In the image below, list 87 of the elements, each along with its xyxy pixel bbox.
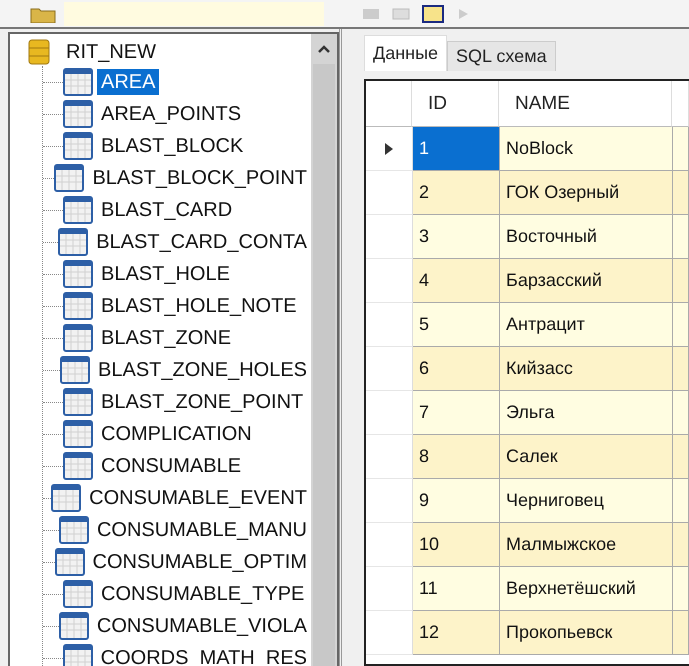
tree-item[interactable]: CONSUMABLE_MANU <box>92 517 311 543</box>
table-icon <box>63 452 93 480</box>
tree-item[interactable]: BLAST_ZONE_POINT <box>97 389 308 415</box>
table-cell[interactable]: 5 <box>413 303 500 347</box>
query-icon[interactable] <box>422 4 444 22</box>
tree-item[interactable]: BLAST_BLOCK <box>97 133 248 159</box>
table-cell[interactable] <box>673 479 689 523</box>
table-icon <box>58 516 89 544</box>
database-label[interactable]: RIT_NEW <box>62 39 160 65</box>
table-icon <box>58 612 89 640</box>
table-icon <box>63 324 93 352</box>
table-cell[interactable]: 9 <box>413 479 500 523</box>
tree-item[interactable]: BLAST_BLOCK_POINT <box>88 165 311 191</box>
table-icon <box>60 356 90 384</box>
table-cell[interactable]: Эльга <box>500 391 673 435</box>
table-cell[interactable]: Черниговец <box>500 479 673 523</box>
table-cell[interactable]: 12 <box>413 611 500 655</box>
tree-item[interactable]: BLAST_ZONE_HOLES <box>94 357 311 383</box>
tab[interactable]: Данные <box>364 35 448 71</box>
table-icon <box>63 100 93 128</box>
tree-item[interactable]: AREA <box>97 69 160 95</box>
table-cell[interactable]: Барзасский <box>500 259 673 303</box>
table-icon <box>63 68 93 96</box>
table-icon <box>62 644 93 666</box>
table-cell[interactable]: Прокопьевск <box>500 611 673 655</box>
table-icon <box>54 548 85 576</box>
table-cell[interactable]: 6 <box>413 347 500 391</box>
table-cell[interactable] <box>673 435 689 479</box>
table-icon <box>63 196 93 224</box>
tree-item[interactable]: AREA_POINTS <box>97 101 246 127</box>
table-cell[interactable]: 10 <box>413 523 500 567</box>
toolbar-button-icon[interactable] <box>362 6 380 20</box>
table-cell[interactable]: 11 <box>413 567 500 611</box>
table-icon <box>58 228 88 256</box>
table-cell[interactable]: Верхнетёшский <box>500 567 673 611</box>
table-icon <box>63 132 93 160</box>
table-cell[interactable]: ГОК Озерный <box>500 171 673 215</box>
tree-item[interactable]: BLAST_CARD <box>97 197 236 223</box>
table-cell[interactable] <box>673 215 689 259</box>
table-icon <box>63 292 93 320</box>
tree-item[interactable]: CONSUMABLE_VIOLA <box>92 613 311 639</box>
table-cell[interactable]: 8 <box>413 435 500 479</box>
play-icon[interactable] <box>456 6 470 20</box>
table-cell[interactable]: 3 <box>413 215 500 259</box>
tree-item[interactable]: CONSUMABLE_TYPE <box>97 581 308 607</box>
current-row-icon <box>384 142 394 156</box>
table-cell[interactable] <box>673 259 689 303</box>
table-cell[interactable]: 4 <box>413 259 500 303</box>
toolbar-button-icon[interactable] <box>392 6 410 20</box>
scroll-up-icon[interactable] <box>317 44 331 54</box>
tree-item[interactable]: BLAST_HOLE_NOTE <box>97 293 301 319</box>
table-icon <box>63 580 93 608</box>
table-cell[interactable]: 1 <box>413 127 500 171</box>
table-cell[interactable]: Антрацит <box>500 303 673 347</box>
tree-item[interactable]: CONSUMABLE_OPTIM <box>88 549 311 575</box>
table-cell[interactable] <box>673 391 689 435</box>
database-icon <box>28 39 50 65</box>
table-cell[interactable] <box>673 171 689 215</box>
table-icon <box>51 484 82 512</box>
table-cell[interactable] <box>673 523 689 567</box>
tree-item[interactable]: COMPLICATION <box>97 421 256 447</box>
tree-item[interactable]: CONSUMABLE <box>97 453 246 479</box>
table-icon <box>63 260 93 288</box>
table-cell[interactable]: Малмыжское <box>500 523 673 567</box>
table-icon <box>63 388 93 416</box>
tree-item[interactable]: BLAST_ZONE <box>97 325 236 351</box>
table-cell[interactable]: NoBlock <box>500 127 673 171</box>
table-icon <box>54 164 84 192</box>
tree-item[interactable]: CONSUMABLE_EVENT <box>85 485 311 511</box>
table-icon <box>63 420 93 448</box>
table-cell[interactable] <box>673 303 689 347</box>
table-cell[interactable]: 2 <box>413 171 500 215</box>
table-cell[interactable] <box>673 611 689 655</box>
path-field[interactable] <box>64 2 324 26</box>
table-cell[interactable] <box>673 127 689 171</box>
table-cell[interactable]: 7 <box>413 391 500 435</box>
tree-item[interactable]: BLAST_CARD_CONTA <box>92 229 311 255</box>
table-cell[interactable]: Восточный <box>500 215 673 259</box>
tree-item[interactable]: COORDS_MATH_RES <box>96 645 311 666</box>
tree-item[interactable]: BLAST_HOLE <box>97 261 234 287</box>
row-header[interactable] <box>366 127 413 171</box>
table-cell[interactable]: Салек <box>500 435 673 479</box>
tab[interactable]: SQL схема <box>447 41 556 71</box>
table-cell[interactable]: Кийзасс <box>500 347 673 391</box>
table-cell[interactable] <box>673 347 689 391</box>
scrollbar[interactable] <box>311 34 337 666</box>
table-cell[interactable] <box>673 567 689 611</box>
